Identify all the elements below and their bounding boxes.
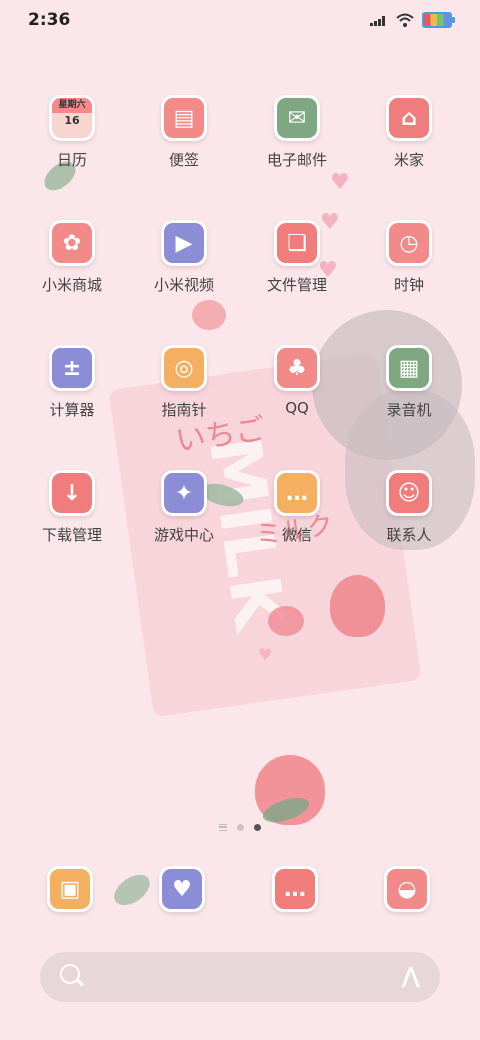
calendar-day: 16	[64, 114, 80, 127]
dock-app-3[interactable]: …	[272, 866, 318, 912]
app-15[interactable]: … 微信	[247, 470, 347, 545]
app-label: 小米视频	[153, 276, 214, 294]
app-16[interactable]: ☺ 联系人	[359, 470, 459, 545]
page-list-icon	[219, 824, 227, 831]
app-12[interactable]: ▦ 录音机	[359, 345, 459, 420]
app-icon: ❏	[274, 220, 320, 266]
app-11[interactable]: ♣ QQ	[247, 345, 347, 417]
app-icon: ▶	[161, 220, 207, 266]
wallpaper-strawberry-leaf	[260, 793, 312, 827]
app-label: 游戏中心	[153, 526, 214, 544]
app-label: 电子邮件	[266, 151, 327, 169]
app-label: 便签	[168, 151, 199, 169]
app-14[interactable]: ✦ 游戏中心	[134, 470, 234, 545]
wallpaper-strawberry	[268, 606, 304, 636]
app-icon: ▤	[161, 95, 207, 141]
app-6[interactable]: ▶ 小米视频	[134, 220, 234, 295]
app-2[interactable]: ▤ 便签	[134, 95, 234, 170]
app-label: 指南针	[161, 401, 207, 419]
page-dot-active	[254, 824, 261, 831]
app-label: 日历	[56, 151, 87, 169]
app-icon: ↓	[49, 470, 95, 516]
app-1[interactable]: 星期六 16 日历	[22, 95, 122, 170]
status-bar: 2:36	[0, 0, 480, 40]
status-icons	[370, 12, 455, 28]
app-label: 文件管理	[266, 276, 327, 294]
app-icon: 星期六 16	[49, 95, 95, 141]
signal-icon	[370, 16, 385, 26]
app-7[interactable]: ❏ 文件管理	[247, 220, 347, 295]
app-icon: ⌂	[386, 95, 432, 141]
app-8[interactable]: ◷ 时钟	[359, 220, 459, 295]
app-icon: ✦	[161, 470, 207, 516]
app-label: 录音机	[386, 401, 432, 419]
app-icon: …	[274, 470, 320, 516]
app-icon: ±	[49, 345, 95, 391]
search-bar[interactable]: ⋀	[40, 952, 440, 1002]
app-3[interactable]: ✉ 电子邮件	[247, 95, 347, 170]
app-icon: ◷	[386, 220, 432, 266]
dock-app-1[interactable]: ▣	[47, 866, 93, 912]
assistant-icon[interactable]: ⋀	[401, 964, 420, 989]
wallpaper-heart-icon: ♥	[330, 170, 350, 195]
app-label: 联系人	[386, 526, 432, 544]
app-5[interactable]: ✿ 小米商城	[22, 220, 122, 295]
app-label: 计算器	[49, 401, 95, 419]
wallpaper-strawberry	[330, 575, 385, 637]
calendar-weekday: 星期六	[52, 98, 92, 113]
wallpaper-strawberry	[255, 755, 325, 825]
app-label: QQ	[285, 399, 309, 417]
app-label: 微信	[281, 526, 312, 544]
wallpaper-strawberry	[192, 300, 226, 330]
app-icon: ☺	[386, 470, 432, 516]
app-label: 时钟	[393, 276, 424, 294]
dock-app-4[interactable]: ◒	[384, 866, 430, 912]
app-icon: ▦	[386, 345, 432, 391]
app-icon: ✿	[49, 220, 95, 266]
app-9[interactable]: ± 计算器	[22, 345, 122, 420]
app-icon: ♣	[274, 345, 320, 391]
wallpaper-leaf	[108, 868, 156, 912]
page-indicator[interactable]	[219, 824, 261, 831]
app-label: 下载管理	[41, 526, 102, 544]
app-10[interactable]: ◎ 指南针	[134, 345, 234, 420]
app-label: 小米商城	[41, 276, 102, 294]
app-4[interactable]: ⌂ 米家	[359, 95, 459, 170]
app-icon: ✉	[274, 95, 320, 141]
status-time: 2:36	[28, 10, 71, 30]
page-dot	[237, 824, 244, 831]
battery-icon	[422, 12, 455, 28]
app-icon: ◎	[161, 345, 207, 391]
wifi-icon	[396, 13, 414, 27]
wallpaper-heart-icon: ♥	[258, 645, 273, 664]
search-icon	[60, 964, 80, 984]
dock-app-2[interactable]: ♥	[159, 866, 205, 912]
app-label: 米家	[393, 151, 424, 169]
app-13[interactable]: ↓ 下载管理	[22, 470, 122, 545]
